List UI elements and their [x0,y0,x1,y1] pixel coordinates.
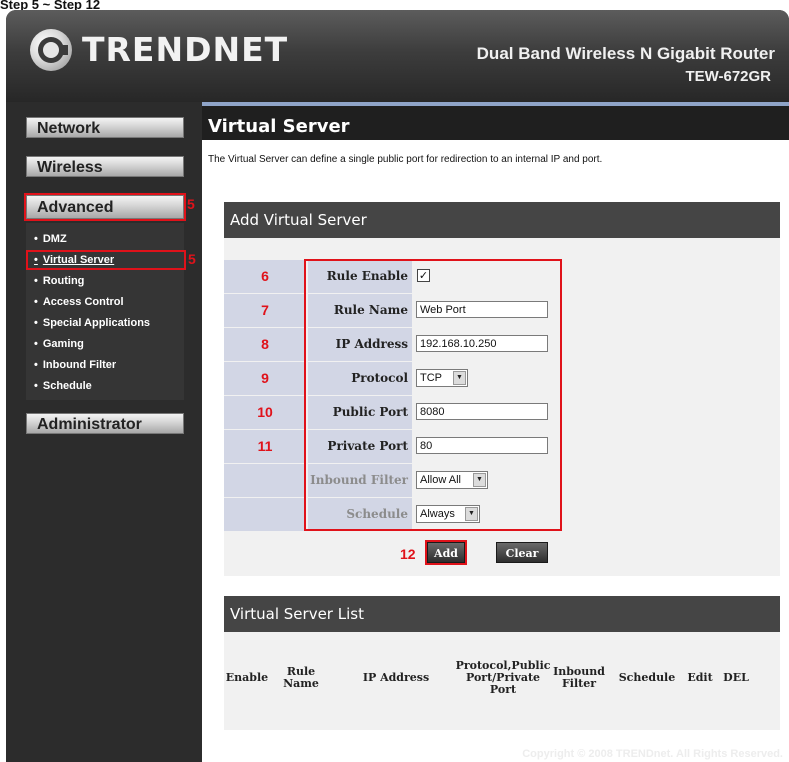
page-title: Virtual Server [208,116,350,137]
brand-logo: TRENDNET [82,30,289,69]
highlight-advanced [24,193,186,221]
add-virtual-server-form: 6 Rule Enable ✓ 7 Rule Name Web Port 8 I… [224,238,780,576]
highlight-add-button [425,540,467,565]
subnav-label: DMZ [42,233,67,245]
virtual-server-list-header: Virtual Server List [224,596,780,632]
bullet-icon: • [34,380,38,392]
col-inbound-filter: Inbound Filter [553,665,605,690]
subnav-access-control[interactable]: • Access Control [34,296,124,308]
subnav-label: Special Applications [42,317,151,329]
col-edit: Edit [687,671,713,684]
step-number [224,498,306,531]
step-number [224,464,306,497]
bullet-icon: • [34,317,38,329]
bullet-icon: • [34,233,38,245]
step-number: 11 [224,430,306,463]
router-admin-window: TRENDNET Dual Band Wireless N Gigabit Ro… [6,10,789,762]
virtual-server-list: Enable Rule Name IP Address Protocol,Pub… [224,632,780,730]
page-description: The Virtual Server can define a single p… [208,154,603,165]
subnav-label: Routing [42,275,85,287]
add-virtual-server-header: Add Virtual Server [224,202,780,238]
step-number: 6 [224,260,306,293]
bullet-icon: • [34,359,38,371]
trendnet-logo-icon [30,29,72,71]
col-schedule: Schedule [618,671,676,684]
subnav-routing[interactable]: • Routing [34,275,84,287]
main-panel: Virtual Server The Virtual Server can de… [202,102,789,762]
step-callout-virtual-server: 5 [188,251,196,267]
subnav-special-applications[interactable]: • Special Applications [34,317,150,329]
nav-administrator[interactable]: Administrator [26,413,184,434]
bullet-icon: • [34,275,38,287]
nav-wireless[interactable]: Wireless [26,156,184,177]
header-banner: TRENDNET Dual Band Wireless N Gigabit Ro… [6,10,789,102]
list-column-headers: Enable Rule Name IP Address Protocol,Pub… [224,646,780,710]
step-callout-add: 12 [400,546,416,562]
step-number: 9 [224,362,306,395]
subnav-label: Gaming [42,338,84,350]
bullet-icon: • [34,296,38,308]
step-callout-advanced: 5 [187,196,195,212]
subnav-label: Access Control [42,296,124,308]
clear-button[interactable]: Clear [496,542,548,563]
page-titlebar: Virtual Server [202,102,789,140]
col-ip-address: IP Address [362,671,430,684]
copyright-footer: Copyright © 2008 TRENDnet. All Rights Re… [522,748,783,760]
sidebar: Network Wireless Advanced 5 • DMZ • Virtua… [6,102,196,762]
nav-network[interactable]: Network [26,117,184,138]
col-enable: Enable [225,671,269,684]
bullet-icon: • [34,338,38,350]
step-number: 7 [224,294,306,327]
subnav-gaming[interactable]: • Gaming [34,338,84,350]
subnav-dmz[interactable]: • DMZ [34,233,67,245]
model-number: TEW-672GR [685,68,771,85]
subnav-label: Inbound Filter [42,359,117,371]
product-name: Dual Band Wireless N Gigabit Router [476,44,775,63]
step-number: 10 [224,396,306,429]
subnav-inbound-filter[interactable]: • Inbound Filter [34,359,116,371]
highlight-form-fields [304,259,562,531]
subnav-label: Schedule [42,380,92,392]
subnav-schedule[interactable]: • Schedule [34,380,92,392]
col-del: DEL [723,671,749,684]
highlight-virtual-server [26,250,186,270]
col-protocol-ports: Protocol,Public Port/Private Port [455,659,551,696]
col-rule-name: Rule Name [283,665,319,690]
step-number: 8 [224,328,306,361]
